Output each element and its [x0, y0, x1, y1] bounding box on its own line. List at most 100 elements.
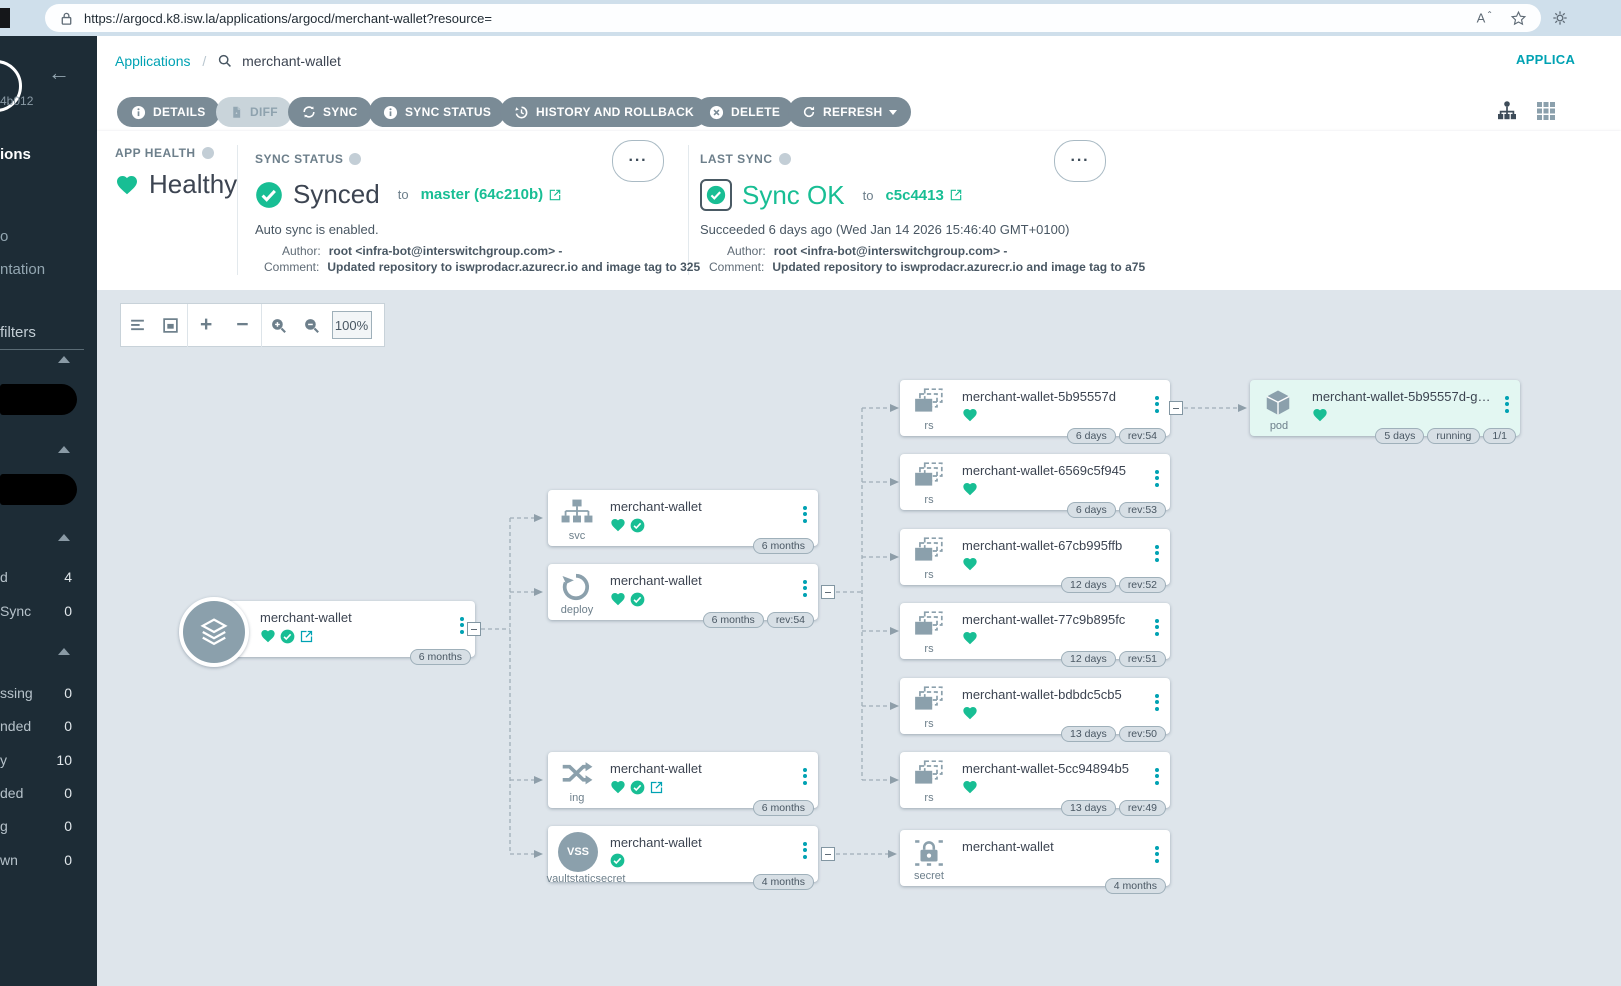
filter-missing[interactable]: g0 [0, 818, 72, 834]
node-menu-button[interactable] [1155, 616, 1159, 638]
replicaset-node[interactable]: rs merchant-wallet-77c9b895fc 12 daysrev… [900, 603, 1170, 659]
node-menu-button[interactable] [1155, 843, 1159, 865]
zoom-out-button[interactable]: − [236, 313, 248, 337]
filter-progressing[interactable]: ssing0 [0, 685, 72, 701]
refresh-button[interactable]: REFRESH [788, 97, 911, 127]
app-health-value: Healthy [115, 169, 237, 200]
replicaset-node[interactable]: rs merchant-wallet-6569c5f945 6 daysrev:… [900, 454, 1170, 510]
favorite-star-icon[interactable] [1510, 10, 1527, 27]
diff-button[interactable]: DIFF [216, 97, 292, 127]
node-menu-button[interactable] [803, 503, 807, 525]
filter-outofsync[interactable]: Sync0 [0, 603, 72, 619]
magnifier-minus-icon[interactable] [303, 317, 320, 334]
breadcrumb: Applications / merchant-wallet [115, 53, 341, 69]
health-heart-icon [962, 705, 978, 721]
details-button[interactable]: DETAILS [117, 97, 220, 127]
node-menu-button[interactable] [1155, 467, 1159, 489]
collapse-icon[interactable] [58, 446, 70, 453]
deployment-node[interactable]: deploy merchant-wallet 6 months rev:54 [548, 564, 818, 620]
fit-to-screen-icon[interactable] [162, 317, 179, 334]
breadcrumb-applications-link[interactable]: Applications [115, 53, 191, 69]
external-link-icon[interactable] [649, 780, 664, 795]
collapse-node-button[interactable] [1169, 401, 1183, 415]
layout-icon[interactable] [129, 317, 146, 334]
node-menu-button[interactable] [1155, 393, 1159, 415]
collapse-node-button[interactable] [821, 585, 835, 599]
zoom-in-button[interactable]: + [200, 313, 212, 337]
help-icon[interactable] [779, 153, 791, 165]
service-node[interactable]: svc merchant-wallet 6 months [548, 490, 818, 546]
last-sync-target-link[interactable]: c5c4413 [885, 187, 962, 204]
node-menu-button[interactable] [803, 839, 807, 861]
filter-suspended[interactable]: nded0 [0, 718, 72, 734]
zoom-level-input[interactable] [332, 311, 372, 339]
magnifier-plus-icon[interactable] [270, 317, 287, 334]
history-rollback-button[interactable]: HISTORY AND ROLLBACK [500, 97, 708, 127]
node-menu-button[interactable] [1155, 691, 1159, 713]
pod-node[interactable]: pod merchant-wallet-5b95557d-g… 5 days r… [1250, 380, 1520, 436]
health-heart-icon [962, 779, 978, 795]
node-menu-button[interactable] [460, 614, 464, 636]
sync-status-menu-button[interactable]: ··· [612, 140, 664, 182]
replicaset-node[interactable]: rs merchant-wallet-5cc94894b5 13 daysrev… [900, 752, 1170, 808]
filter-count: 0 [64, 818, 72, 834]
sync-target-link[interactable]: master (64c210b) [421, 186, 563, 203]
help-icon[interactable] [349, 153, 361, 165]
sidebar-item-documentation[interactable]: ntation [0, 261, 45, 278]
url-bar[interactable]: https://argocd.k8.isw.la/applications/ar… [45, 4, 1541, 32]
filter-healthy[interactable]: y10 [0, 752, 72, 768]
collapse-node-button[interactable] [821, 847, 835, 861]
synced-check-icon [630, 518, 645, 533]
divider [187, 304, 188, 347]
filter-unknown[interactable]: wn0 [0, 852, 72, 868]
info-icon [383, 105, 398, 120]
browser-settings-icon[interactable] [1550, 8, 1570, 33]
node-menu-button[interactable] [1155, 542, 1159, 564]
replicaset-node[interactable]: rs merchant-wallet-bdbdc5cb5 13 daysrev:… [900, 678, 1170, 734]
collapse-icon[interactable] [58, 648, 70, 655]
delete-button[interactable]: DELETE [695, 97, 794, 127]
resource-kind-label: secret [900, 870, 958, 882]
synced-check-icon [630, 780, 645, 795]
filter-synced[interactable]: d4 [0, 569, 72, 585]
redacted-filter-chip[interactable] [0, 474, 77, 505]
collapse-node-button[interactable] [467, 622, 481, 636]
sidebar-item-applications[interactable]: ions [0, 146, 31, 163]
refresh-icon [802, 105, 816, 119]
last-sync-menu-button[interactable]: ··· [1054, 140, 1106, 182]
tree-view-icon[interactable] [1495, 99, 1519, 123]
last-sync-label: LAST SYNC [700, 152, 791, 166]
filter-degraded[interactable]: ded0 [0, 785, 72, 801]
replicaset-node[interactable]: rs merchant-wallet-67cb995ffb 12 daysrev… [900, 529, 1170, 585]
read-aloud-icon[interactable]: A⌃ [1477, 10, 1494, 25]
node-menu-button[interactable] [1505, 393, 1509, 415]
search-icon [218, 54, 232, 68]
resource-name: merchant-wallet-5b95557d [962, 389, 1116, 404]
health-heart-icon [260, 628, 276, 644]
sync-button[interactable]: SYNC [288, 97, 372, 127]
browser-chrome: https://argocd.k8.isw.la/applications/ar… [0, 0, 1621, 36]
help-icon[interactable] [202, 147, 214, 159]
grid-view-icon[interactable] [1534, 99, 1558, 123]
sidebar-item-repo[interactable]: o [0, 228, 8, 245]
node-menu-button[interactable] [1155, 765, 1159, 787]
resource-kind-label: rs [900, 792, 958, 804]
external-link-icon[interactable] [299, 629, 314, 644]
comment-row: Comment:Updated repository to iswprodacr… [709, 260, 1145, 274]
redacted-filter-chip[interactable] [0, 384, 77, 415]
secret-node[interactable]: secret merchant-wallet 4 months [900, 830, 1170, 886]
node-menu-button[interactable] [803, 577, 807, 599]
collapse-icon[interactable] [58, 356, 70, 363]
vaultstaticsecret-node[interactable]: VSS vaultstaticsecret merchant-wallet 4 … [548, 826, 818, 882]
url-text[interactable]: https://argocd.k8.isw.la/applications/ar… [84, 11, 1477, 26]
synced-check-icon [255, 181, 283, 209]
collapse-icon[interactable] [58, 534, 70, 541]
collapse-sidebar-icon[interactable]: ← [48, 60, 70, 86]
layers-icon [196, 614, 232, 650]
deployment-icon [561, 572, 591, 602]
sync-status-button[interactable]: SYNC STATUS [369, 97, 505, 127]
node-menu-button[interactable] [803, 765, 807, 787]
ingress-node[interactable]: ing merchant-wallet 6 months [548, 752, 818, 808]
replicaset-icon [913, 537, 945, 565]
replicaset-node[interactable]: rs merchant-wallet-5b95557d 6 daysrev:54 [900, 380, 1170, 436]
